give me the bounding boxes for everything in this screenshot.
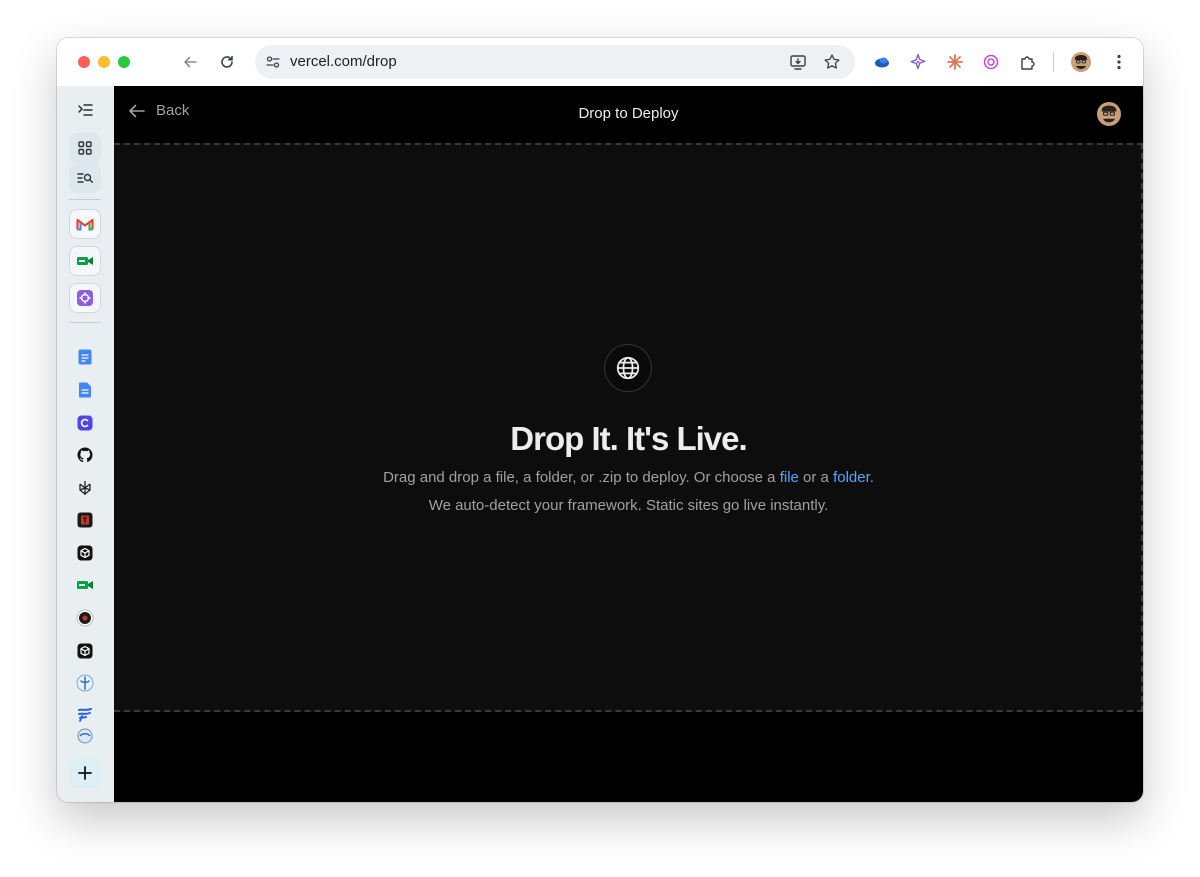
framework-note: We auto-detect your framework. Static si… — [428, 497, 829, 514]
apps-grid-icon[interactable] — [69, 133, 101, 163]
choose-file-link[interactable]: file — [780, 469, 799, 486]
cube-app-icon[interactable] — [69, 538, 101, 568]
sparkle-extension-icon[interactable] — [907, 51, 929, 73]
url-text[interactable]: vercel.com/drop — [290, 53, 397, 70]
address-bar[interactable]: vercel.com/drop — [255, 45, 855, 79]
perplexity-icon[interactable] — [69, 473, 101, 503]
drop-instructions: Drag and drop a file, a folder, or .zip … — [114, 469, 1143, 486]
cloud-extension-icon[interactable] — [871, 51, 893, 73]
blue-circle-app-icon[interactable] — [69, 668, 101, 698]
clipboard-app-icon[interactable] — [69, 408, 101, 438]
minimize-window-button[interactable] — [98, 56, 110, 68]
meet-icon[interactable] — [69, 570, 101, 600]
red-app-icon[interactable] — [69, 505, 101, 535]
toolbar-divider — [1053, 52, 1054, 72]
plus-icon — [78, 766, 92, 780]
sidebar-divider — [69, 322, 101, 323]
partial-app-icon[interactable] — [69, 726, 101, 744]
page-header: Back Drop to Deploy — [114, 86, 1143, 142]
collapse-panel-icon[interactable] — [69, 95, 101, 125]
instructions-text: Drag and drop a file, a folder, or .zip … — [383, 469, 780, 486]
drop-zone[interactable]: Drop It. It's Live. Drag and drop a file… — [114, 143, 1143, 712]
docs-icon[interactable] — [69, 375, 101, 405]
page-content: Back Drop to Deploy Drop It. It's Live. … — [114, 86, 1143, 802]
dark-circle-app-icon[interactable] — [69, 603, 101, 633]
back-arrow-icon[interactable] — [178, 50, 202, 74]
cube-app-icon[interactable] — [69, 636, 101, 666]
kebab-menu-icon[interactable] — [1108, 51, 1130, 73]
user-avatar[interactable] — [1097, 102, 1121, 126]
instructions-or: or a — [798, 469, 834, 486]
choose-folder-link[interactable]: folder — [833, 469, 870, 486]
purple-app-icon[interactable] — [69, 283, 101, 313]
docs-icon[interactable] — [69, 342, 101, 372]
github-icon[interactable] — [69, 440, 101, 470]
instructions-period: . — [869, 469, 874, 486]
browser-window: vercel.com/drop Back Drop to Deploy Drop… — [57, 38, 1143, 802]
zoom-window-button[interactable] — [118, 56, 130, 68]
profile-avatar[interactable] — [1070, 51, 1092, 73]
reload-icon[interactable] — [215, 50, 239, 74]
meet-icon[interactable] — [69, 246, 101, 276]
claude-extension-icon[interactable] — [944, 51, 966, 73]
browser-toolbar: vercel.com/drop — [57, 38, 1143, 86]
close-window-button[interactable] — [78, 56, 90, 68]
search-list-icon[interactable] — [69, 163, 101, 193]
globe-icon — [604, 344, 652, 392]
gmail-icon[interactable] — [69, 209, 101, 239]
bookmark-star-icon[interactable] — [821, 51, 843, 73]
side-panel — [57, 86, 114, 802]
page-title: Drop to Deploy — [578, 105, 679, 122]
install-app-icon[interactable] — [787, 51, 809, 73]
hero-heading: Drop It. It's Live. — [510, 420, 747, 457]
openai-extension-icon[interactable] — [980, 51, 1002, 73]
add-app-button[interactable] — [69, 758, 101, 788]
puzzle-icon[interactable] — [1017, 51, 1039, 73]
sidebar-divider — [69, 199, 101, 200]
site-settings-icon[interactable] — [262, 51, 284, 73]
